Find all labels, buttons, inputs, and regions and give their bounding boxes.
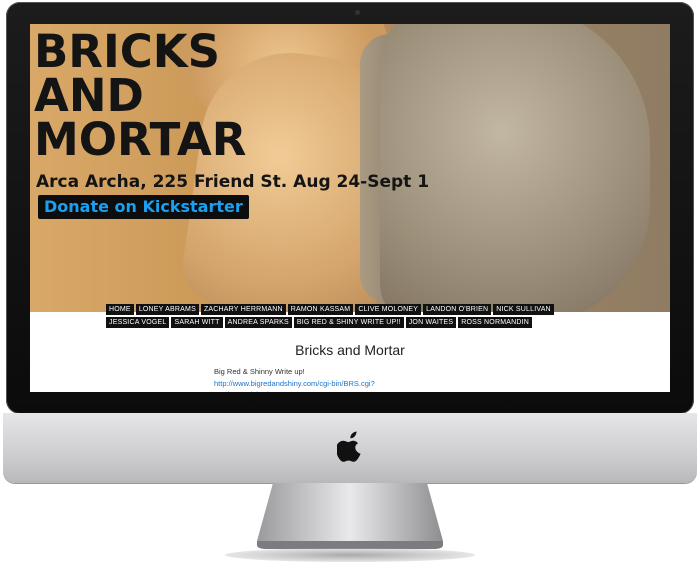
nav-item-ramon-kassam[interactable]: RAMON KASSAM xyxy=(287,304,354,315)
nav-item-loney-abrams[interactable]: LONEY ABRAMS xyxy=(135,304,199,315)
site-title-line: MORTAR xyxy=(34,113,247,166)
nav-item-landon-obrien[interactable]: LANDON O'BRIEN xyxy=(423,304,492,315)
nav-item-sarah-witt[interactable]: SARAH WITT xyxy=(171,317,223,328)
site-title-line: AND xyxy=(34,69,144,122)
main-nav: HOME LONEY ABRAMS ZACHARY HERRMANN RAMON… xyxy=(106,304,596,328)
hero-banner: BRICKS AND MORTAR Arca Archa, 225 Friend… xyxy=(30,24,670,312)
nav-item-ross-normandin[interactable]: ROSS NORMANDIN xyxy=(458,317,533,328)
stand-shadow xyxy=(225,548,475,562)
nav-item-andrea-sparks[interactable]: ANDREA SPARKS xyxy=(224,317,292,328)
hero-image-stone xyxy=(380,24,650,312)
nav-item-zachary-herrmann[interactable]: ZACHARY HERRMANN xyxy=(200,304,286,315)
site-title-line: BRICKS xyxy=(34,25,220,78)
camera-icon xyxy=(355,10,360,15)
nav-item-clive-moloney[interactable]: CLIVE MOLONEY xyxy=(355,304,422,315)
site-title: BRICKS AND MORTAR xyxy=(34,25,247,166)
website-screen: BRICKS AND MORTAR Arca Archa, 225 Friend… xyxy=(30,24,670,392)
post-link[interactable]: http://www.bigredandshiny.com/cgi-bin/BR… xyxy=(214,378,414,392)
nav-item-jessica-vogel[interactable]: JESSICA VOGEL xyxy=(106,317,170,328)
nav-item-nick-sullivan[interactable]: NICK SULLIVAN xyxy=(493,304,554,315)
nav-item-home[interactable]: HOME xyxy=(106,304,134,315)
post-label: Big Red & Shinny Write up! xyxy=(214,367,305,376)
event-details: Arca Archa, 225 Friend St. Aug 24-Sept 1 xyxy=(36,172,430,192)
nav-item-jon-waites[interactable]: JON WAITES xyxy=(405,317,457,328)
donate-kickstarter-button[interactable]: Donate on Kickstarter xyxy=(38,195,249,219)
monitor-stand xyxy=(257,483,443,549)
nav-item-big-red-shiny[interactable]: BIG RED & SHINY WRITE UP!! xyxy=(293,317,404,328)
page-title: Bricks and Mortar xyxy=(295,342,405,358)
apple-logo-icon xyxy=(337,431,361,462)
